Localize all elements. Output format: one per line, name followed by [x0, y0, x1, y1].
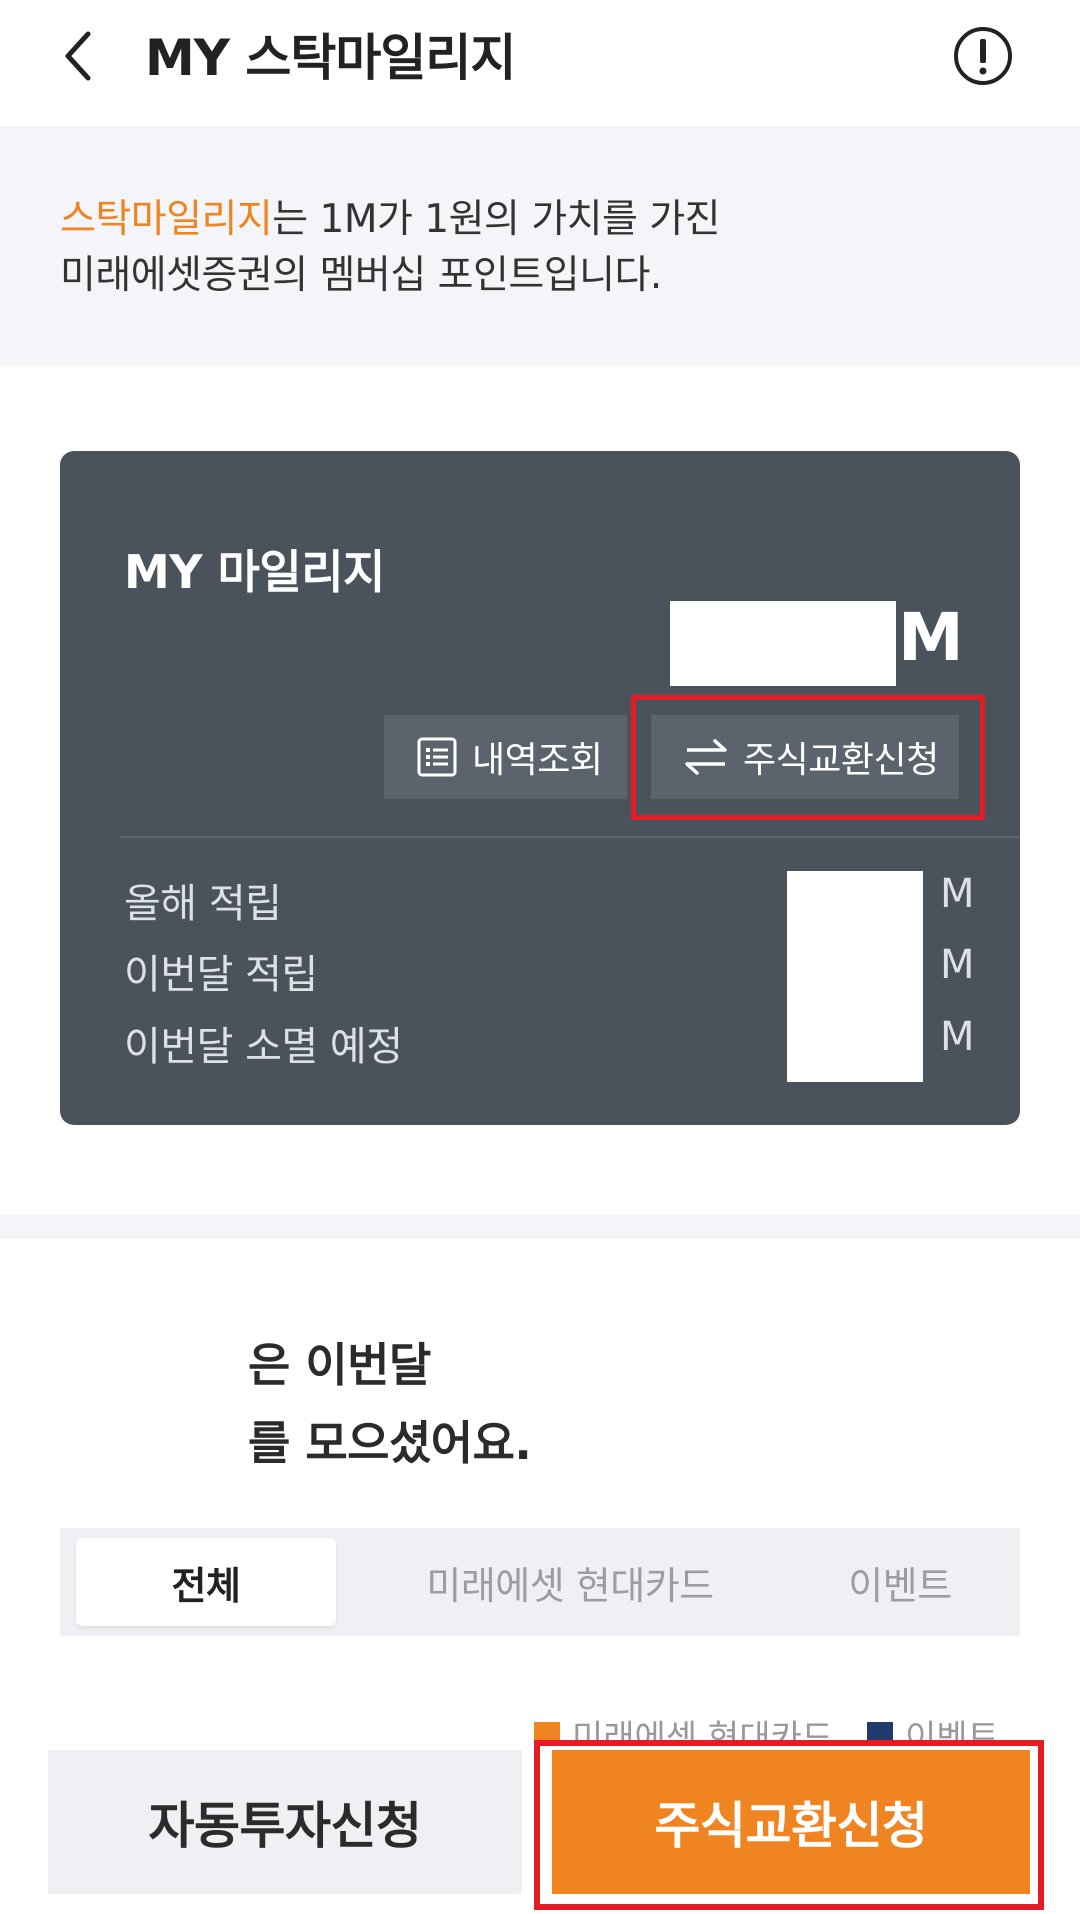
- highlight-box-card: [631, 695, 985, 820]
- page-title: MY 스탁마일리지: [145, 29, 516, 87]
- tab-mirae-hyundai-card[interactable]: 미래에셋 현대카드: [360, 1528, 780, 1636]
- history-button[interactable]: 내역조회: [384, 715, 627, 799]
- balance-redacted: [670, 601, 896, 686]
- intro-line-2: 미래에셋증권의 멤버십 포인트입니다.: [60, 253, 662, 298]
- stat-label-expiring: 이번달 소멸 예정: [124, 1024, 403, 1070]
- stat-label-month: 이번달 적립: [124, 952, 318, 998]
- stats-redacted: [787, 871, 923, 1082]
- list-icon: [417, 737, 457, 777]
- auto-invest-button[interactable]: 자동투자신청: [48, 1750, 522, 1894]
- intro-highlight: 스탁마일리지: [60, 197, 273, 242]
- intro-line-1: 스탁마일리지는 1M가 1원의 가치를 가진: [60, 192, 721, 248]
- tab-all[interactable]: 전체: [76, 1538, 336, 1626]
- stat-label-year: 올해 적립: [124, 881, 282, 927]
- info-button[interactable]: [952, 25, 1014, 87]
- card-title: MY 마일리지: [124, 545, 385, 599]
- balance-unit: M: [898, 599, 964, 676]
- monthly-heading-line-2: 를 모으셨어요.: [248, 1416, 532, 1470]
- filter-tabs: 전체 미래에셋 현대카드 이벤트: [60, 1528, 1020, 1636]
- history-button-label: 내역조회: [472, 740, 603, 781]
- stat-unit-year: M: [939, 871, 975, 917]
- stat-unit-expiring: M: [939, 1014, 975, 1060]
- intro-text: 스탁마일리지는 1M가 1원의 가치를 가진 미래에셋증권의 멤버십 포인트입니…: [60, 192, 721, 304]
- highlight-box-bottom: [534, 1740, 1044, 1910]
- back-button[interactable]: [48, 22, 108, 90]
- intro-banner: 스탁마일리지는 1M가 1원의 가치를 가진 미래에셋증권의 멤버십 포인트입니…: [0, 126, 1080, 366]
- stat-unit-month: M: [939, 942, 975, 988]
- monthly-heading-line-1: 은 이번달: [248, 1338, 431, 1392]
- card-divider: [120, 836, 1020, 838]
- tab-event[interactable]: 이벤트: [800, 1528, 1000, 1636]
- chevron-left-icon: [65, 31, 91, 81]
- intro-line-1-rest: 는 1M가 1원의 가치를 가진: [272, 197, 721, 242]
- mileage-screen: MY 스탁마일리지 스탁마일리지는 1M가 1원의 가치를 가진 미래에셋증권의…: [0, 0, 1080, 1914]
- section-divider: [0, 1215, 1080, 1239]
- exclamation-circle-icon: [954, 27, 1012, 85]
- monthly-heading: 은 이번달 를 모으셨어요.: [248, 1326, 532, 1482]
- mileage-card: MY 마일리지 M 내역조회 주식교환신청 올해 적립 M 이번달 적립 M 이…: [60, 451, 1020, 1125]
- app-header: MY 스탁마일리지: [0, 0, 1080, 126]
